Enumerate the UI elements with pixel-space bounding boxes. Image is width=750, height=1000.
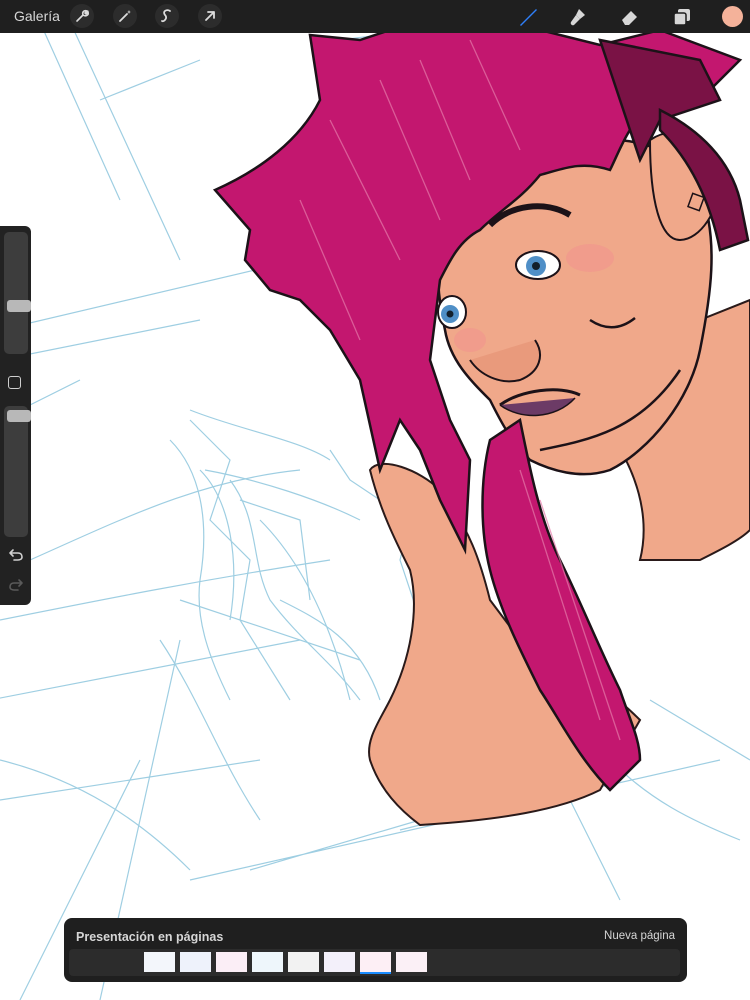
page-thumbnail[interactable] [324,952,355,972]
magic-wand-icon[interactable] [113,4,137,28]
modify-square-icon[interactable] [8,376,21,389]
brush-size-slider[interactable] [4,232,31,354]
page-thumbnail[interactable] [360,952,391,974]
brush-size-thumb[interactable] [7,300,31,312]
page-assist-panel: Presentación en páginas Nueva página [64,918,687,982]
wrench-icon[interactable] [70,4,94,28]
new-page-button[interactable]: Nueva página [604,930,675,942]
brush-icon[interactable] [516,5,540,29]
page-thumbnail[interactable] [252,952,283,972]
page-thumbnail[interactable] [288,952,319,972]
page-thumbnail-strip[interactable] [69,949,680,976]
page-thumbnail[interactable] [180,952,211,972]
page-thumbnail[interactable] [144,952,175,972]
opacity-slider[interactable] [4,406,31,537]
page-thumbnail[interactable] [396,952,427,972]
smudge-icon[interactable] [566,5,590,29]
color-picker-swatch[interactable] [722,6,743,27]
panel-title: Presentación en páginas [76,930,224,944]
opacity-thumb[interactable] [7,410,31,422]
drawing-canvas[interactable] [0,0,750,1000]
transform-arrow-icon[interactable] [198,4,222,28]
undo-icon[interactable] [7,546,25,564]
selection-s-icon[interactable] [155,4,179,28]
redo-icon[interactable] [7,576,25,594]
left-sidebar [0,226,31,605]
eraser-icon[interactable] [618,5,642,29]
layers-icon[interactable] [670,5,694,29]
top-toolbar: Galería [0,0,750,33]
gallery-button[interactable]: Galería [14,8,60,24]
page-thumbnail[interactable] [216,952,247,972]
